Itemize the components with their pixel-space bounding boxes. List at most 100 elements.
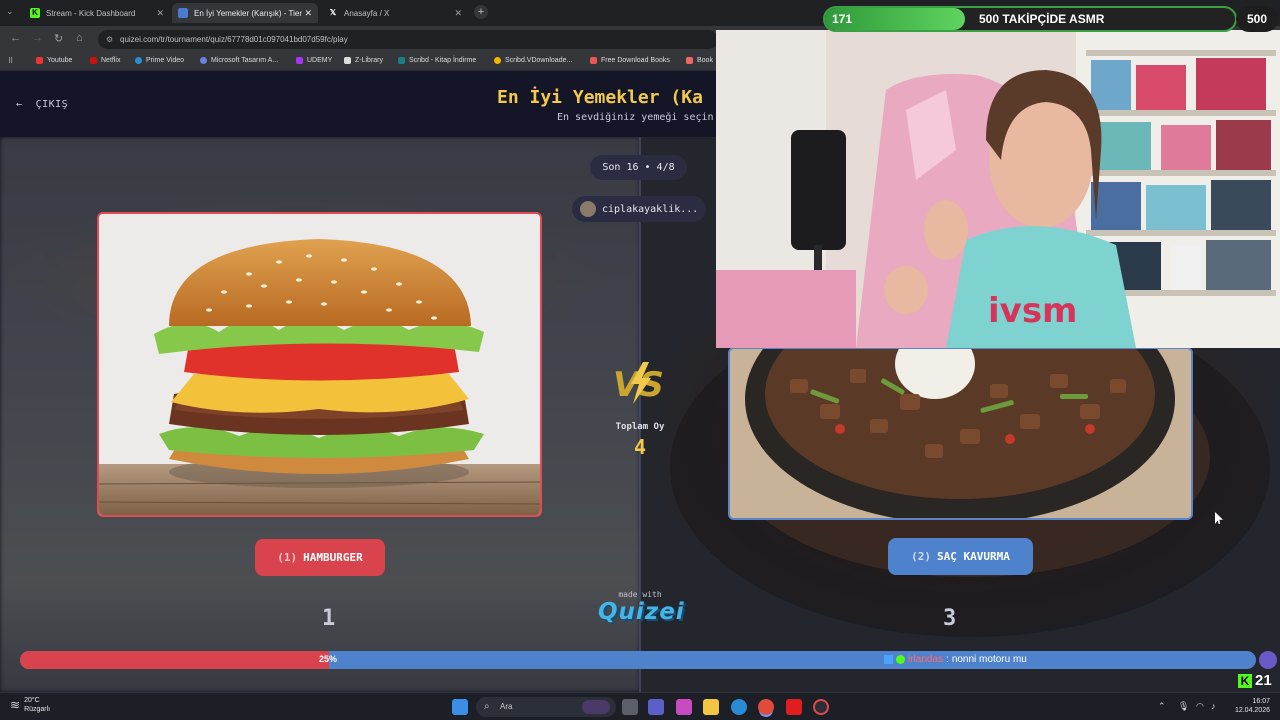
start-menu-icon[interactable] <box>452 699 468 715</box>
udemy-icon <box>296 57 303 64</box>
quizei-icon <box>178 8 188 18</box>
edge-icon[interactable] <box>731 699 747 715</box>
verified-icon <box>896 655 905 664</box>
made-with-label: made with <box>618 590 662 599</box>
tab-kick-dashboard[interactable]: K Stream - Kick Dashboard ✕ <box>24 3 170 23</box>
home-icon[interactable]: ⌂ <box>76 32 83 44</box>
back-icon[interactable]: ← <box>10 32 21 44</box>
quiz-title: En İyi Yemekler (Ka <box>497 87 703 108</box>
bookmark-netflix[interactable]: Netflix <box>90 57 120 64</box>
vote-sac-kavurma-button[interactable]: (2) SAÇ KAVURMA <box>888 538 1033 575</box>
site-info-icon[interactable]: ⚙ <box>106 30 113 49</box>
prime-video-icon <box>135 57 142 64</box>
avatar <box>580 201 596 217</box>
total-votes-label: Toplam Oy <box>615 422 665 432</box>
bookmark-scribd[interactable]: Scribd - Kitap İndirme <box>398 57 476 64</box>
bookmark-youtube[interactable]: Youtube <box>36 57 72 64</box>
wifi-icon[interactable]: ◠ <box>1196 701 1204 712</box>
creator-badge[interactable]: ciplakayaklik... <box>572 196 706 222</box>
vote-split-fill <box>20 651 329 669</box>
wind-icon: ≋ <box>10 698 21 712</box>
viewer-counter: K 21 <box>1238 672 1272 689</box>
chat-username: irlandas <box>908 654 944 665</box>
bookmark-free-download-books[interactable]: Free Download Books <box>590 57 670 64</box>
system-clock[interactable]: 16:07 12.04.2026 <box>1226 697 1270 715</box>
chevron-up-icon[interactable]: ⌃ <box>1158 701 1166 712</box>
search-placeholder: Ara <box>500 702 513 711</box>
total-votes-value: 4 <box>633 435 647 459</box>
round-badge: Son 16 • 4/8 <box>590 155 687 180</box>
webcam-feed: ivsm <box>716 30 1280 348</box>
file-explorer-icon[interactable] <box>703 699 719 715</box>
hamburger-photo <box>99 214 540 515</box>
bookmark-scribd-downloader[interactable]: Scribd.VDownloade... <box>494 57 572 64</box>
exit-button[interactable]: ← ÇIKIŞ <box>16 99 68 110</box>
microsoft-designer-icon <box>200 57 207 64</box>
bookmark-zlibrary[interactable]: Z-Library <box>344 57 383 64</box>
exit-label: ÇIKIŞ <box>35 99 69 110</box>
url-input[interactable]: ⚙ quizei.com/tr/tournament/quiz/67778d01… <box>98 30 718 49</box>
clock-date: 12.04.2026 <box>1234 707 1270 714</box>
clock-time: 16:07 <box>1252 698 1270 705</box>
forward-icon[interactable]: → <box>32 32 43 44</box>
tab-title: En İyi Yemekler (Karışık) - Tier L <box>194 8 304 18</box>
bookmark-udemy[interactable]: UDEMY <box>296 57 332 64</box>
option-left-card[interactable] <box>97 212 542 517</box>
youtube-icon <box>36 57 43 64</box>
scribd-icon <box>398 57 405 64</box>
chat-avatar-icon <box>1259 651 1277 669</box>
left-vote-count: 1 <box>322 606 336 631</box>
taskbar-search[interactable]: ⌕ Ara <box>476 697 616 717</box>
tab-quiz[interactable]: En İyi Yemekler (Karışık) - Tier L ✕ <box>172 3 318 23</box>
weather-desc: Rüzgarlı <box>24 706 51 713</box>
teams-icon[interactable] <box>648 699 664 715</box>
quizei-logo[interactable]: Quizei <box>598 599 684 625</box>
bookmark-prime-video[interactable]: Prime Video <box>135 57 184 64</box>
option-right-card[interactable] <box>728 347 1193 520</box>
option-name: SAÇ KAVURMA <box>937 550 1010 563</box>
windows-taskbar: ≋ 20°C Rüzgarlı ⌕ Ara ⌃ 🎙 ◠ ♪ 16:07 12.0… <box>0 692 1280 720</box>
vs-icon: VS <box>613 362 664 405</box>
url-text: quizei.com/tr/tournament/quiz/67778d01c0… <box>120 35 348 44</box>
tab-x-home[interactable]: 𝕏 Anasayfa / X ✕ <box>322 3 468 23</box>
chrome-icon[interactable] <box>758 699 774 715</box>
vote-split-label: 25% <box>319 654 338 664</box>
weather-widget[interactable]: ≋ 20°C Rüzgarlı <box>10 696 50 714</box>
bookmark-book[interactable]: Book <box>686 57 713 64</box>
task-view-icon[interactable] <box>622 699 638 715</box>
bookmark-microsoft-designer[interactable]: Microsoft Tasarım A... <box>200 57 278 64</box>
viewer-count: 21 <box>1255 672 1272 689</box>
close-icon[interactable]: ✕ <box>304 8 312 19</box>
tab-search-icon[interactable]: ⌄ <box>6 6 14 17</box>
follower-goal-target: 500 <box>1236 6 1278 32</box>
search-highlight-icon <box>582 700 610 714</box>
reload-icon[interactable]: ↻ <box>54 32 63 45</box>
follower-goal-label: 500 TAKİPÇİDE ASMR <box>979 12 1105 26</box>
kick-icon: K <box>30 8 40 18</box>
quiz-subtitle: En sevdiğiniz yemeği seçin <box>557 112 714 123</box>
obs-icon[interactable] <box>813 699 829 715</box>
option-number: (2) <box>911 550 931 563</box>
search-icon: ⌕ <box>484 701 490 712</box>
microphone-icon[interactable]: 🎙 <box>1178 701 1189 712</box>
streamer-camera-image: ivsm <box>716 30 1280 348</box>
follower-goal-bar: 171 500 TAKİPÇİDE ASMR <box>823 6 1237 32</box>
new-tab-button[interactable]: + <box>474 5 488 19</box>
close-icon[interactable]: ✕ <box>454 8 462 19</box>
tab-title: Stream - Kick Dashboard <box>46 8 136 18</box>
zlibrary-icon <box>344 57 351 64</box>
arrow-left-icon: ← <box>16 99 23 110</box>
copilot-icon[interactable] <box>676 699 692 715</box>
book-icon <box>686 57 693 64</box>
youtube-app-icon[interactable] <box>786 699 802 715</box>
vote-hamburger-button[interactable]: (1) HAMBURGER <box>255 539 385 576</box>
quiz-header: ← ÇIKIŞ En İyi Yemekler (Ka En sevdiğini… <box>0 71 716 137</box>
follower-current: 171 <box>832 12 853 26</box>
svg-text:ivsm: ivsm <box>988 291 1077 331</box>
weather-temp: 20°C <box>24 697 40 704</box>
chat-message: nonni motoru mu <box>951 654 1027 665</box>
apps-icon[interactable]: ⠿ <box>8 57 13 65</box>
close-icon[interactable]: ✕ <box>156 8 164 19</box>
sac-kavurma-photo <box>730 349 1191 518</box>
volume-icon[interactable]: ♪ <box>1211 701 1216 711</box>
